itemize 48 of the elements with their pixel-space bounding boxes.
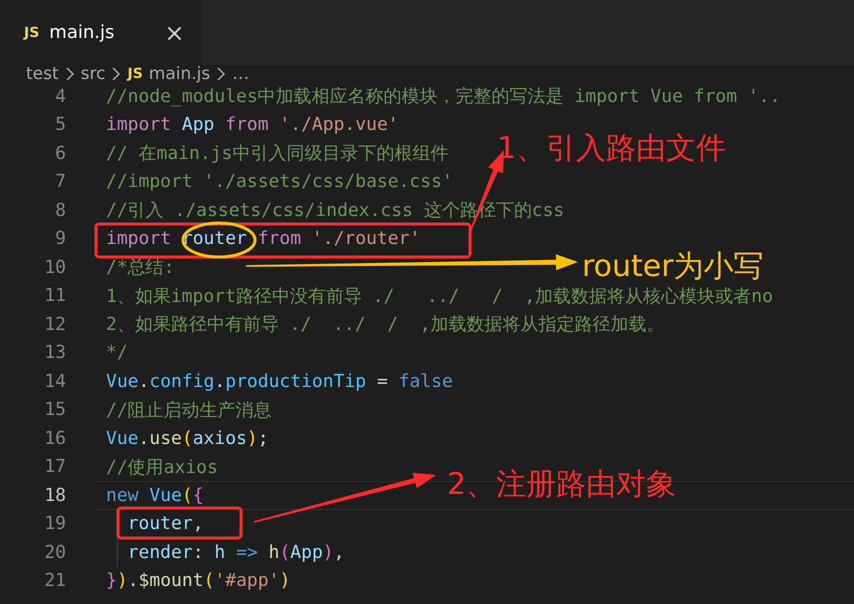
line-number: 14 <box>43 370 66 392</box>
line-number: 8 <box>54 200 66 221</box>
code-line: //阻止启动生产消息 <box>106 398 272 422</box>
chevron-icon <box>216 67 226 81</box>
file-tab[interactable]: JS main.js × <box>0 0 202 65</box>
code-line: Vue.use(axios); <box>106 428 269 449</box>
line-number: 21 <box>43 570 66 592</box>
code-line: 1、如果import路径中没有前导 ./ ../ / ,加载数据将从核心模块或者no <box>106 284 773 308</box>
breadcrumb-item[interactable]: src <box>80 64 106 84</box>
code-line: router, <box>126 513 204 534</box>
line-number: 15 <box>43 399 66 420</box>
code-line: new Vue({ <box>106 484 204 506</box>
code-line: //使用axios <box>106 456 218 479</box>
line-number: 9 <box>54 228 66 250</box>
annotation-label: 2、注册路由对象 <box>447 466 676 504</box>
line-number: 10 <box>43 256 66 278</box>
code-line: }).$mount('#app') <box>106 570 290 592</box>
js-file-icon: JS <box>24 24 40 40</box>
code-line: /*总结: <box>106 256 175 280</box>
code-line: import router from './router' <box>106 228 420 250</box>
breadcrumb-item[interactable]: … <box>232 64 250 84</box>
js-file-icon: JS <box>127 66 143 82</box>
code-line: render: h => h(App), <box>126 542 344 563</box>
code-line: 2、如果路径中有前导 ./ ../ / ,加载数据将从指定路径加载。 <box>106 313 665 336</box>
code-line: //import './assets/css/base.css' <box>106 171 453 192</box>
close-icon[interactable]: × <box>164 18 184 46</box>
breadcrumb-item[interactable]: test <box>26 64 59 84</box>
chevron-icon <box>64 67 75 81</box>
line-number: 4 <box>54 86 66 107</box>
line-number: 11 <box>43 285 66 306</box>
code-line: */ <box>106 342 128 364</box>
line-number: 19 <box>43 513 66 534</box>
line-number: 16 <box>43 428 66 449</box>
line-number: 7 <box>54 171 66 192</box>
breadcrumb-item[interactable]: main.js <box>148 64 210 84</box>
chevron-icon <box>111 67 122 81</box>
line-number: 6 <box>54 142 66 164</box>
line-number: 20 <box>43 542 66 563</box>
line-number: 17 <box>43 456 66 478</box>
code-line: //node_modules中加载相应名称的模块，完整的写法是 import Vue from '.. <box>106 85 780 108</box>
code-line: // 在main.js中引入同级目录下的根组件 <box>106 142 448 166</box>
line-number: 12 <box>43 314 66 335</box>
annotation-label: router为小写 <box>582 248 764 286</box>
line-number: 18 <box>43 484 66 506</box>
line-number: 13 <box>43 342 66 364</box>
code-line: Vue.config.productionTip = false <box>106 370 453 392</box>
line-number: 5 <box>54 114 66 136</box>
code-line: import App from './App.vue' <box>106 114 399 136</box>
